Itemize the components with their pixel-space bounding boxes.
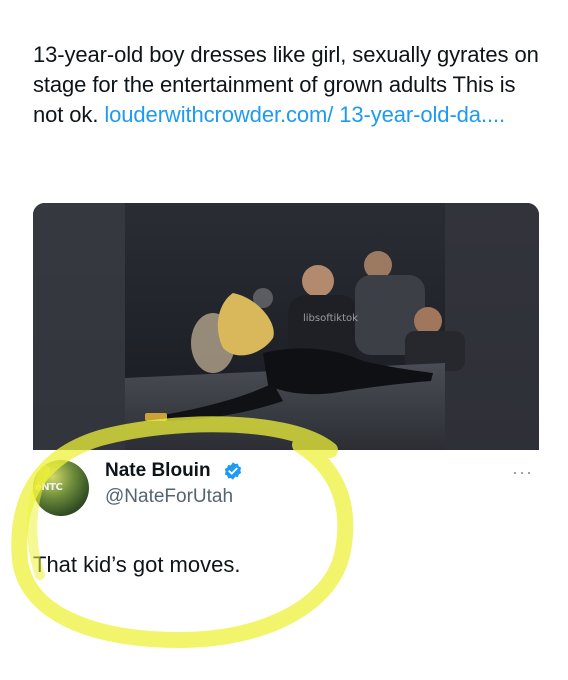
- user-handle[interactable]: @NateForUtah: [105, 486, 233, 508]
- avatar-text: éNTC: [35, 482, 63, 493]
- verified-badge-icon: [224, 462, 242, 480]
- tweet-text: 13-year-old boy dresses like girl, sexua…: [33, 40, 543, 130]
- article-link[interactable]: louderwithcrowder.com/ 13-year-old-da...…: [104, 102, 505, 127]
- video-frame: [33, 203, 539, 450]
- video-thumbnail[interactable]: libsoftiktok: [33, 203, 539, 450]
- avatar[interactable]: éNTC: [33, 460, 89, 516]
- display-name[interactable]: Nate Blouin: [105, 460, 211, 482]
- reply-text: That kid’s got moves.: [33, 552, 241, 577]
- reply-tweet[interactable]: éNTC Nate Blouin @NateForUtah ··· That k…: [33, 452, 539, 652]
- watermark: libsoftiktok: [303, 313, 358, 324]
- more-options-icon[interactable]: ···: [512, 462, 533, 483]
